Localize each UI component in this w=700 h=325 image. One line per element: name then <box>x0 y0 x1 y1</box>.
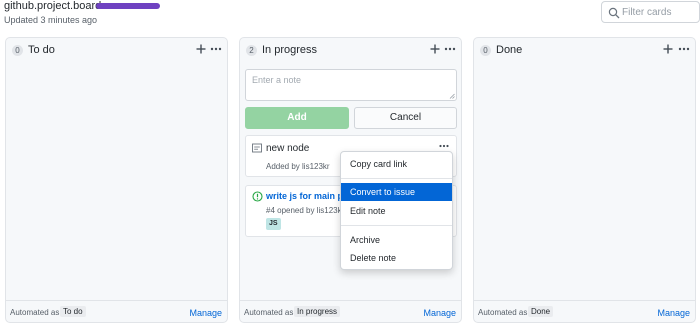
title-accent-bar <box>96 3 160 9</box>
plus-icon[interactable] <box>428 42 442 56</box>
issue-opened-icon <box>252 191 263 202</box>
menu-item-convert-to-issue[interactable]: Convert to issue <box>341 183 452 201</box>
column-header: 0 Done <box>474 38 695 64</box>
note-card-title: new node <box>266 143 310 154</box>
column-count-badge: 2 <box>246 45 257 56</box>
column-title: To do <box>28 44 55 56</box>
column-header: 2 In progress <box>240 38 461 64</box>
menu-divider <box>341 178 452 179</box>
card-menu-icon[interactable] <box>438 141 450 151</box>
updated-timestamp: Updated 3 minutes ago <box>4 15 98 25</box>
manage-link[interactable]: Manage <box>657 308 690 318</box>
plus-icon[interactable] <box>661 42 675 56</box>
board-header: github.project.board Updated 3 minutes a… <box>0 0 700 34</box>
column-count-badge: 0 <box>12 45 23 56</box>
menu-item-copy-card-link[interactable]: Copy card link <box>341 155 452 173</box>
automated-label: Automated as <box>478 308 528 317</box>
column-to-do: 0 To do Automated as To do Manage <box>5 37 228 323</box>
note-card-added-by: Added by lis123kr <box>266 162 330 171</box>
column-done: 0 Done Automated as Done Manage <box>473 37 696 323</box>
cancel-note-button[interactable]: Cancel <box>354 107 457 129</box>
column-header: 0 To do <box>6 38 227 64</box>
column-footer: Automated as In progress Manage <box>240 300 461 322</box>
menu-item-archive[interactable]: Archive <box>341 231 452 249</box>
manage-link[interactable]: Manage <box>189 308 222 318</box>
column-title: Done <box>496 44 523 56</box>
column-count-badge: 0 <box>480 45 491 56</box>
filter-cards-input[interactable] <box>622 5 696 19</box>
add-note-button[interactable]: Add <box>245 107 349 129</box>
automation-tag: To do <box>60 306 86 317</box>
note-icon <box>252 143 262 153</box>
plus-icon[interactable] <box>194 42 208 56</box>
issue-card-meta: #4 opened by lis123k <box>266 206 342 215</box>
automation-tag: Done <box>528 306 554 317</box>
kebab-horizontal-icon[interactable] <box>677 42 691 56</box>
manage-link[interactable]: Manage <box>423 308 456 318</box>
kebab-horizontal-icon[interactable] <box>443 42 457 56</box>
automated-label: Automated as <box>10 308 60 317</box>
column-title: In progress <box>262 44 318 56</box>
automation-tag: In progress <box>294 306 341 317</box>
menu-item-delete-note[interactable]: Delete note <box>341 249 452 267</box>
card-context-menu: Copy card link Convert to issue Edit not… <box>340 151 453 270</box>
issue-card-title[interactable]: write js for main pa <box>266 191 348 201</box>
column-footer: Automated as To do Manage <box>6 300 227 322</box>
menu-item-edit-note[interactable]: Edit note <box>341 202 452 220</box>
menu-divider <box>341 225 452 226</box>
kebab-horizontal-icon[interactable] <box>209 42 223 56</box>
search-icon <box>608 7 620 19</box>
board-title: github.project.board <box>4 0 102 12</box>
resize-handle-icon[interactable] <box>449 93 455 99</box>
note-textarea[interactable] <box>246 70 456 100</box>
note-textarea-wrapper[interactable] <box>245 69 457 101</box>
column-footer: Automated as Done Manage <box>474 300 695 322</box>
automated-label: Automated as <box>244 308 294 317</box>
issue-label[interactable]: JS <box>266 218 281 230</box>
filter-cards-field[interactable] <box>601 1 700 23</box>
